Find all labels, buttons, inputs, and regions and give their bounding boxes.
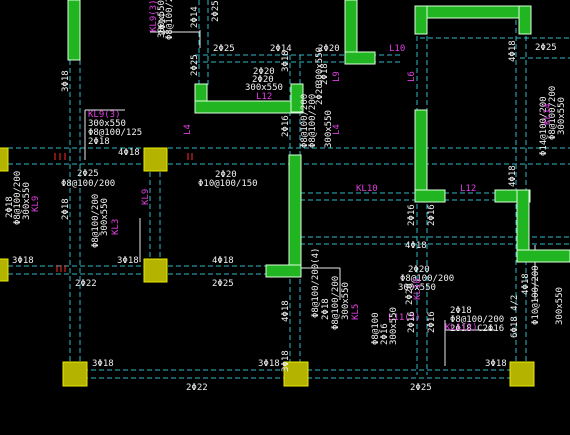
rebar-label: 2Φ16 [427, 311, 437, 333]
beam-name-label: KL1(2) [445, 323, 478, 333]
stirrup-label: Φ8@100/200(4) [311, 248, 321, 318]
rebar-label: 3Φ18 [61, 70, 71, 92]
beam-name-label: L4 [183, 124, 193, 135]
stirrup-label: Φ8@100/200 [61, 179, 115, 189]
beam-name-label: KL9(3) [149, 0, 159, 32]
section-label: 300x550 [555, 287, 565, 325]
rebar-label: 2Φ16 [407, 204, 417, 226]
beam-name-label: KL5 [351, 304, 361, 320]
rebar-label: 4Φ18 [405, 241, 427, 251]
rebar-label: 3Φ18 [281, 50, 291, 72]
beam-name-label: L6 [407, 71, 417, 82]
beam-name-label: KL10 [356, 184, 378, 194]
rebar-label: 2Φ16 [427, 204, 437, 226]
rebar-label: 2Φ22 [75, 279, 97, 289]
rebar-label: 2Φ25 [190, 54, 200, 76]
rebar-label: 2Φ22 [186, 383, 208, 393]
section-label: 300x550 [100, 198, 110, 236]
beam-name-label: L9 [332, 71, 342, 82]
beam-name-label: L12 [460, 184, 476, 194]
rebar-label: 4Φ18 [118, 148, 140, 158]
beam-name-label: L12 [256, 92, 272, 102]
stirrup-label: Φ10@100/150 [198, 179, 258, 189]
shear-wall[interactable] [414, 5, 532, 19]
rebar-label: 3Φ18 [258, 359, 280, 369]
rebar-label: 2Φ18 [321, 298, 331, 320]
shear-wall[interactable] [518, 5, 532, 35]
rebar-label: 2Φ14 [190, 6, 200, 28]
beam-name-label: L10 [389, 44, 405, 54]
rebar-label: 3Φ18 [12, 256, 34, 266]
shear-walls[interactable] [67, 0, 570, 278]
stirrup-label: Φ10@100/200 [531, 265, 541, 325]
rebar-label: 2Φ18 [5, 196, 15, 218]
shear-wall[interactable] [516, 249, 570, 263]
shear-wall[interactable] [414, 189, 446, 203]
shear-wall[interactable] [288, 154, 302, 278]
shear-wall[interactable] [344, 51, 376, 65]
rebar-label: 4Φ18 [508, 165, 518, 187]
rebar-label: 2Φ25 [410, 383, 432, 393]
column[interactable] [143, 147, 168, 172]
rebar-label: 4Φ18 [521, 273, 531, 295]
stirrup-label: Φ8@100/200 [300, 94, 310, 148]
section-label: 300x550 [557, 97, 567, 135]
cad-drawing-canvas[interactable]: 2Φ25 2Φ14 2Φ20 2Φ20 2Φ20 300x550 2Φ25 2Φ… [0, 0, 570, 435]
shear-wall[interactable] [414, 5, 428, 35]
shear-wall[interactable] [414, 109, 428, 203]
stirrup-label: Φ8@100/200 [331, 276, 341, 330]
rebar-label: 2Φ25 [77, 169, 99, 179]
rebar-label: 2Φ18 [61, 198, 71, 220]
column[interactable] [0, 258, 9, 282]
rebar-label: 2Φ25 [535, 43, 557, 53]
beam-name-label: KL9 [141, 189, 151, 205]
rebar-label: 2Φ25 [212, 279, 234, 289]
beam-name-label: KL10 [413, 278, 423, 300]
section-label: 300x550 [341, 282, 351, 320]
column[interactable] [62, 361, 88, 387]
rebar-label: 2Φ18 [88, 137, 110, 147]
rebar-label: 4Φ18 [281, 300, 291, 322]
rebar-label: 2Φ14 [158, 13, 168, 35]
beam-name-label: L4 [332, 124, 342, 135]
beam-name-label: KL9 [31, 196, 41, 212]
shear-wall[interactable] [67, 0, 81, 61]
rebar-label: 3Φ18 [485, 359, 507, 369]
column[interactable] [0, 147, 9, 172]
rebar-label: 2Φ25 [211, 0, 221, 22]
shear-wall[interactable] [265, 264, 302, 278]
beam-name-label: KL14 [543, 103, 553, 125]
column[interactable] [509, 361, 535, 387]
rebar-label: 4Φ18 [508, 40, 518, 62]
rebar-label: 4Φ18 [212, 256, 234, 266]
shear-wall[interactable] [194, 100, 304, 114]
rebar-label: 3Φ18 [92, 359, 114, 369]
rebar-label: 2Φ20 [315, 83, 325, 105]
rebar-label: 3Φ18 [117, 256, 139, 266]
section-label: 300x550 [389, 307, 399, 345]
structural-plan-drawing[interactable]: 2Φ25 2Φ14 2Φ20 2Φ20 2Φ20 300x550 2Φ25 2Φ… [0, 0, 570, 435]
rebar-label: 3Φ18 [281, 350, 291, 372]
column[interactable] [143, 258, 168, 283]
break-marks [54, 153, 193, 272]
beam-name-label: KL9(3) [88, 110, 121, 120]
section-label: 300x550 [315, 47, 325, 85]
rebar-label: 6Φ18 4/2 [510, 295, 520, 338]
rebar-label: 2Φ16 [407, 311, 417, 333]
rebar-label: 2Φ25 [213, 44, 235, 54]
beam-name-label: KL3 [111, 219, 121, 235]
rebar-label: 2Φ16 [281, 115, 291, 137]
